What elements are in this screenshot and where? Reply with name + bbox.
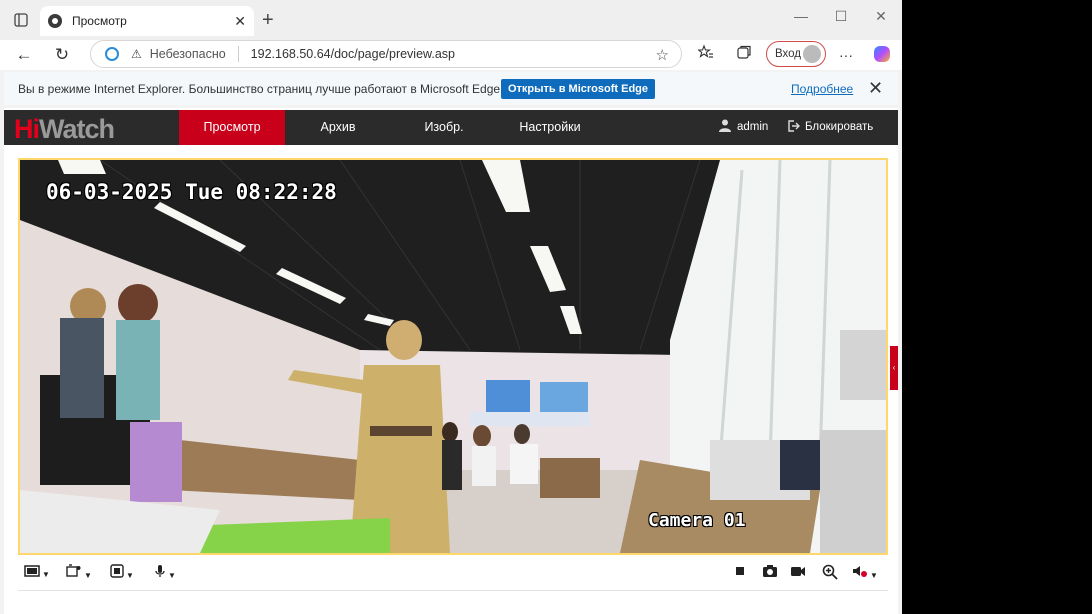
- capture-button[interactable]: [762, 564, 778, 582]
- live-video-view[interactable]: 06-03-2025 Tue 08:22:28 Camera 01: [18, 158, 888, 555]
- divider: [18, 590, 888, 591]
- maximize-button[interactable]: ☐: [826, 8, 856, 25]
- menu-image[interactable]: Изобр.: [394, 110, 494, 145]
- camera-scene: [20, 160, 886, 553]
- back-button[interactable]: ←: [12, 44, 36, 66]
- browser-window: Просмотр ✕ + — ☐ ✕ ← ↻ ⚠ Небезопасно 192…: [0, 0, 902, 614]
- menu-settings[interactable]: Настройки: [500, 110, 600, 145]
- microphone-button[interactable]: ▼: [154, 564, 176, 582]
- digital-zoom-button[interactable]: [822, 564, 838, 582]
- stream-icon: [66, 564, 81, 577]
- tab-actions-icon[interactable]: [8, 8, 34, 32]
- logo-hi: Hi: [14, 114, 40, 144]
- audio-button[interactable]: ▼: [852, 564, 878, 582]
- stop-live-button[interactable]: [734, 564, 746, 582]
- collections-icon[interactable]: [732, 44, 756, 66]
- banner-close-icon[interactable]: ✕: [868, 78, 883, 99]
- login-label: Вход: [775, 48, 802, 60]
- address-bar[interactable]: ⚠ Небезопасно 192.168.50.64/doc/page/pre…: [90, 40, 682, 68]
- lock-label: Блокировать: [805, 121, 874, 133]
- favorites-icon[interactable]: [694, 44, 718, 66]
- video-record-icon: [791, 567, 805, 576]
- plugin-button[interactable]: ▼: [110, 564, 134, 582]
- logout-icon: [788, 120, 800, 132]
- osd-datetime: 06-03-2025 Tue 08:22:28: [46, 180, 337, 204]
- user-icon: [719, 119, 731, 132]
- avatar: [803, 45, 821, 63]
- zoom-in-icon: [822, 564, 838, 580]
- ie-mode-banner: Вы в режиме Internet Explorer. Большинст…: [4, 72, 898, 105]
- favorite-star-icon[interactable]: ☆: [656, 46, 669, 64]
- plugin-icon: [110, 564, 124, 578]
- hiwatch-logo: HiWatch: [14, 114, 115, 145]
- open-in-edge-button[interactable]: Открыть в Microsoft Edge: [501, 79, 655, 99]
- more-options-button[interactable]: ···: [834, 44, 858, 66]
- login-button[interactable]: Вход: [766, 41, 826, 67]
- address-separator: [237, 46, 239, 62]
- warning-icon: ⚠: [131, 47, 142, 61]
- ie-mode-message: Вы в режиме Internet Explorer. Большинст…: [18, 82, 504, 96]
- url-text[interactable]: 192.168.50.64/doc/page/preview.asp: [251, 47, 455, 61]
- lock-button[interactable]: Блокировать: [788, 110, 873, 145]
- hiwatch-page: HiWatch Просмотр Архив Изобр. Настройки …: [4, 108, 898, 614]
- side-panel-toggle[interactable]: ‹: [890, 346, 898, 390]
- microphone-icon: [155, 565, 165, 577]
- tab-preview[interactable]: Просмотр ✕: [40, 6, 254, 36]
- close-window-button[interactable]: ✕: [866, 8, 896, 25]
- address-bar-row: ← ↻ ⚠ Небезопасно 192.168.50.64/doc/page…: [0, 40, 902, 70]
- ie-mode-icon[interactable]: [105, 47, 119, 61]
- window-layout-button[interactable]: ▼: [24, 564, 50, 582]
- tab-close-icon[interactable]: ✕: [234, 13, 246, 30]
- menu-archive[interactable]: Архив: [288, 110, 388, 145]
- layout-icon: [24, 565, 40, 577]
- insecure-label[interactable]: Небезопасно: [150, 47, 226, 61]
- learn-more-link[interactable]: Подробнее: [791, 82, 853, 96]
- speaker-muted-icon: [853, 566, 867, 577]
- tab-strip: Просмотр ✕ + — ☐ ✕: [0, 0, 902, 40]
- logo-watch: Watch: [39, 114, 115, 144]
- minimize-button[interactable]: —: [786, 8, 816, 24]
- refresh-button[interactable]: ↻: [50, 44, 74, 66]
- osd-camera-name: Camera 01: [648, 510, 746, 531]
- username: admin: [737, 121, 769, 133]
- record-button[interactable]: [790, 564, 806, 582]
- hiwatch-favicon-icon: [48, 14, 62, 28]
- camera-icon: [763, 565, 777, 577]
- stop-icon: [736, 567, 744, 575]
- stream-type-button[interactable]: ▼: [66, 564, 92, 582]
- menu-preview[interactable]: Просмотр: [179, 110, 285, 145]
- tab-title: Просмотр: [72, 14, 127, 28]
- hiwatch-header: HiWatch Просмотр Архив Изобр. Настройки …: [4, 110, 898, 145]
- preview-toolbar: ▼ ▼ ▼ ▼ ▼: [18, 558, 888, 588]
- copilot-icon[interactable]: [870, 44, 894, 66]
- user-menu[interactable]: admin: [718, 110, 768, 145]
- new-tab-button[interactable]: +: [262, 10, 274, 30]
